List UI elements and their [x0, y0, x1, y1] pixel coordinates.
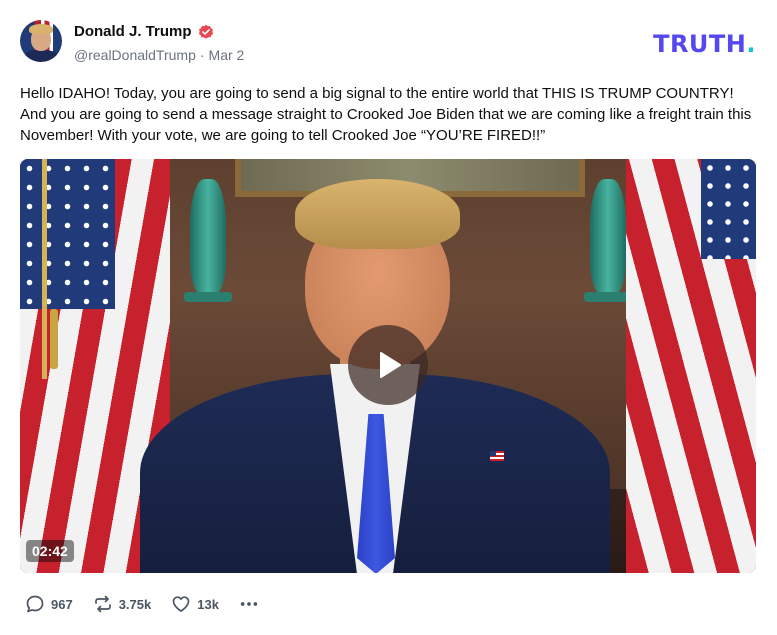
flag-canton: [701, 159, 756, 259]
more-options-button[interactable]: [239, 594, 261, 614]
american-flag-right: [626, 159, 756, 573]
reply-button[interactable]: 967: [25, 594, 73, 614]
video-duration: 02:42: [26, 540, 74, 562]
author-display-name[interactable]: Donald J. Trump: [74, 23, 192, 40]
post-actions-bar: 967 3.75k 13k: [25, 594, 281, 614]
post-date[interactable]: Mar 2: [209, 47, 245, 63]
verified-badge-icon: [198, 24, 213, 39]
play-icon: [380, 352, 401, 378]
post-body-text: Hello IDAHO! Today, you are going to sen…: [20, 85, 752, 144]
flag-canton: [20, 159, 115, 309]
flag-tassel: [50, 309, 58, 369]
truth-post: Donald J. Trump @realDonaldTrump · Mar 2…: [0, 0, 777, 635]
truth-logo[interactable]: TRUTH.: [653, 30, 756, 58]
retruth-button[interactable]: 3.75k: [93, 594, 152, 614]
author-name-row: Donald J. Trump: [74, 23, 214, 40]
more-options-icon: [240, 602, 258, 606]
truth-logo-dot: .: [746, 30, 756, 58]
flag-pole: [42, 159, 47, 379]
author-avatar[interactable]: [20, 20, 62, 62]
heart-icon: [172, 596, 190, 612]
video-player[interactable]: 02:42: [20, 159, 756, 573]
flag-lapel-pin: [490, 451, 504, 461]
truth-logo-text: TRUTH: [653, 30, 747, 58]
avatar-suit: [24, 50, 58, 62]
retruth-count: 3.75k: [118, 596, 152, 612]
reply-icon: [26, 595, 44, 613]
author-meta: @realDonaldTrump · Mar 2: [74, 47, 244, 63]
meta-separator: ·: [199, 47, 205, 63]
like-button[interactable]: 13k: [171, 594, 219, 614]
author-handle[interactable]: @realDonaldTrump: [74, 47, 196, 63]
reply-count: 967: [51, 596, 73, 612]
like-count: 13k: [197, 596, 219, 612]
retruth-icon: [94, 595, 111, 613]
speaker-hair: [295, 179, 460, 249]
play-button[interactable]: [348, 325, 428, 405]
avatar-hair: [29, 24, 53, 34]
